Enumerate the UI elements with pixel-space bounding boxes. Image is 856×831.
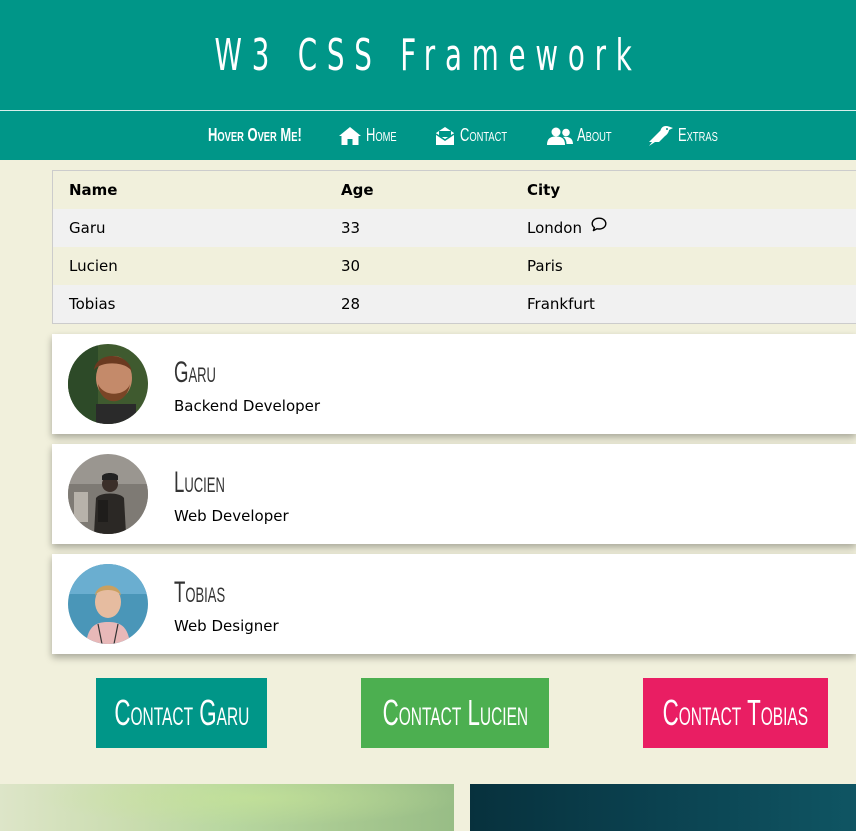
table-row: Tobias 28 Frankfurt	[53, 285, 856, 323]
nav-label: About	[577, 125, 612, 145]
button-label: Contact Garu	[114, 692, 249, 733]
bird-icon	[648, 125, 674, 147]
person-card: Tobias Web Designer	[52, 554, 856, 654]
person-card: Garu Backend Developer	[52, 334, 856, 434]
page-title: W3 CSS Framework	[214, 29, 642, 81]
navbar: Hover Over Me! Home Contact About Extras	[0, 111, 856, 160]
nav-hover-over-me[interactable]: Hover Over Me!	[208, 111, 338, 160]
table-cell: 33	[341, 219, 361, 237]
table-cell: London	[527, 219, 582, 237]
comment-icon[interactable]	[591, 208, 607, 246]
card-name: Lucien	[174, 466, 225, 499]
people-table: Name Age City Garu 33 London Lucien 30 P…	[52, 170, 856, 324]
table-cell: Frankfurt	[527, 295, 595, 313]
contact-lucien-button[interactable]: Contact Lucien	[361, 678, 549, 748]
column-header: Age	[341, 181, 374, 199]
avatar	[68, 454, 148, 534]
nav-extras[interactable]: Extras	[648, 111, 733, 160]
person-card: Lucien Web Developer	[52, 444, 856, 544]
table-row: Lucien 30 Paris	[53, 247, 856, 285]
dark-image	[470, 784, 856, 831]
button-label: Contact Tobias	[662, 692, 809, 733]
table-cell: 28	[341, 295, 361, 313]
table-cell: Lucien	[69, 257, 118, 275]
avatar	[68, 344, 148, 424]
column-header: Name	[69, 181, 118, 199]
home-icon	[338, 126, 362, 146]
card-role: Web Developer	[174, 507, 289, 525]
page-header: W3 CSS Framework	[0, 0, 856, 110]
users-icon	[547, 127, 573, 145]
table-cell: Garu	[69, 219, 106, 237]
nav-label: Home	[366, 125, 397, 145]
nature-image	[0, 784, 454, 831]
table-cell: Tobias	[69, 295, 116, 313]
nav-home[interactable]: Home	[338, 111, 409, 160]
avatar	[68, 564, 148, 644]
card-name: Tobias	[174, 576, 226, 609]
contact-garu-button[interactable]: Contact Garu	[96, 678, 267, 748]
nav-label: Contact	[460, 125, 508, 145]
nav-label: Hover Over Me!	[208, 125, 302, 145]
nav-about[interactable]: About	[547, 111, 625, 160]
nav-contact[interactable]: Contact	[434, 111, 525, 160]
card-name: Garu	[174, 356, 216, 389]
card-role: Web Designer	[174, 617, 279, 635]
column-header: City	[527, 181, 561, 199]
table-cell: 30	[341, 257, 361, 275]
contact-tobias-button[interactable]: Contact Tobias	[643, 678, 828, 748]
button-label: Contact Lucien	[382, 692, 528, 733]
nav-label: Extras	[678, 125, 718, 145]
table-row: Garu 33 London	[53, 209, 856, 247]
table-cell-city: London	[527, 209, 607, 247]
table-header-row: Name Age City	[53, 171, 856, 209]
table-cell: Paris	[527, 257, 563, 275]
envelope-open-icon	[434, 126, 456, 146]
card-role: Backend Developer	[174, 397, 321, 415]
